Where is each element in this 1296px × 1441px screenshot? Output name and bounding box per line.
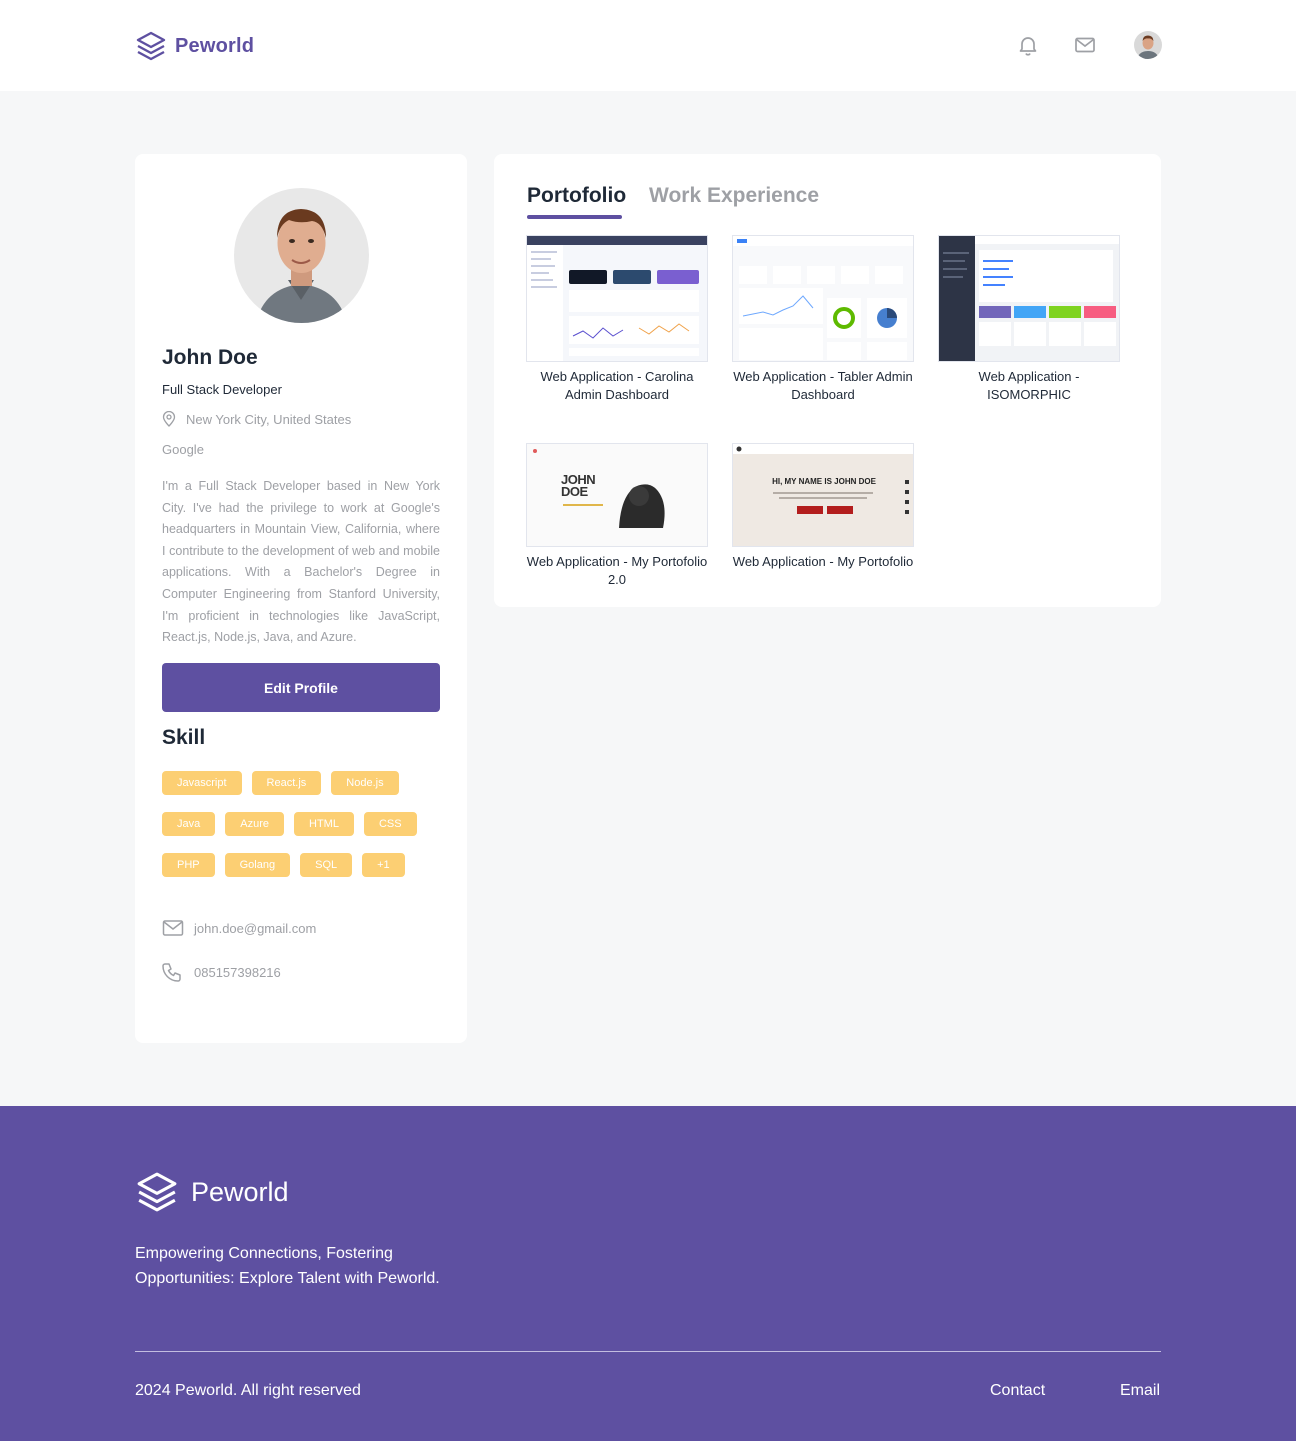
phone-text: 085157398216 (194, 964, 281, 980)
skill-tag[interactable]: CSS (363, 812, 417, 836)
footer-email-link[interactable]: Email (1120, 1382, 1160, 1400)
contact-phone[interactable]: 085157398216 (162, 962, 281, 982)
skill-list: Javascript React.js Node.js Java Azure H… (162, 771, 440, 894)
top-navbar: Peworld (0, 0, 1296, 91)
portfolio-item[interactable]: Web Application - Tabler Admin Dashboard (732, 235, 914, 404)
thumbnail-heading-text: HI, MY NAME IS JOHN DOE (772, 477, 876, 486)
mail-icon[interactable] (1073, 33, 1097, 57)
portfolio-thumbnail (526, 235, 708, 362)
user-avatar[interactable] (1134, 31, 1162, 59)
email-text: john.doe@gmail.com (194, 920, 317, 936)
skill-tag[interactable]: Node.js (331, 771, 399, 795)
portfolio-thumbnail (732, 235, 914, 362)
skill-heading: Skill (162, 726, 206, 749)
peworld-logo-icon (136, 31, 166, 61)
profile-bio: I'm a Full Stack Developer based in New … (162, 479, 440, 645)
skill-tag[interactable]: Golang (224, 853, 291, 877)
portfolio-title: Web Application - My Portofolio 2.0 (526, 554, 708, 587)
contact-email[interactable]: john.doe@gmail.com (162, 919, 316, 937)
thumbnail-logo-text: JOHN DOE (561, 472, 596, 499)
location-text: New York City, United States (186, 411, 352, 427)
skill-tag[interactable]: Java (162, 812, 216, 836)
portfolio-item[interactable]: Web Application - ISOMORPHIC (938, 235, 1120, 404)
profile-name: John Doe (162, 346, 258, 369)
portfolio-thumbnail: HI, MY NAME IS JOHN DOE (732, 443, 914, 547)
profile-company: Google (162, 442, 204, 457)
skill-tag[interactable]: PHP (162, 853, 215, 877)
bell-icon[interactable] (1016, 33, 1040, 57)
tab-work-experience[interactable]: Work Experience (649, 184, 819, 208)
footer-brand[interactable]: Peworld (135, 1170, 289, 1214)
mail-icon (162, 920, 184, 936)
portfolio-item[interactable]: HI, MY NAME IS JOHN DOE Web Application … (732, 443, 914, 571)
portfolio-item[interactable]: Web Application - Carolina Admin Dashboa… (526, 235, 708, 404)
portfolio-title: Web Application - ISOMORPHIC (978, 369, 1080, 402)
footer-contact-link[interactable]: Contact (990, 1382, 1045, 1400)
active-tab-indicator (527, 215, 622, 219)
skill-tag[interactable]: HTML (294, 812, 354, 836)
profile-photo (234, 188, 369, 323)
portfolio-title: Web Application - My Portofolio (732, 554, 914, 569)
skill-more-tag[interactable]: +1 (362, 853, 405, 877)
skill-tag[interactable]: React.js (251, 771, 322, 795)
map-pin-icon (162, 411, 176, 427)
peworld-logo-icon (137, 1172, 177, 1212)
portfolio-thumbnail (938, 235, 1120, 362)
footer-copyright: 2024 Peworld. All right reserved (135, 1382, 361, 1399)
skill-tag[interactable]: Azure (225, 812, 284, 836)
tab-portfolio[interactable]: Portofolio (527, 184, 626, 208)
phone-icon (162, 963, 181, 982)
portfolio-title: Web Application - Carolina Admin Dashboa… (540, 369, 694, 402)
brand-name: Peworld (175, 34, 255, 57)
profile-card: John Doe Full Stack Developer New York C… (135, 154, 467, 1043)
profile-job-title: Full Stack Developer (162, 382, 282, 397)
portfolio-title: Web Application - Tabler Admin Dashboard (733, 369, 913, 402)
portfolio-card: Portofolio Work Experience Web Applicati… (494, 154, 1161, 607)
footer-tagline: Empowering Connections, Fostering Opport… (135, 1245, 440, 1287)
footer-divider (135, 1351, 1161, 1352)
edit-profile-button[interactable]: Edit Profile (162, 663, 440, 712)
skill-tag[interactable]: SQL (300, 853, 353, 877)
profile-location: New York City, United States (162, 411, 351, 427)
footer-brand-name: Peworld (191, 1176, 289, 1207)
skill-tag[interactable]: Javascript (162, 771, 242, 795)
footer: Peworld Empowering Connections, Fosterin… (0, 1106, 1296, 1441)
portfolio-item[interactable]: JOHN DOE Web Application - My Portofolio… (526, 443, 708, 589)
brand-logo[interactable]: Peworld (135, 30, 254, 62)
portfolio-thumbnail: JOHN DOE (526, 443, 708, 547)
